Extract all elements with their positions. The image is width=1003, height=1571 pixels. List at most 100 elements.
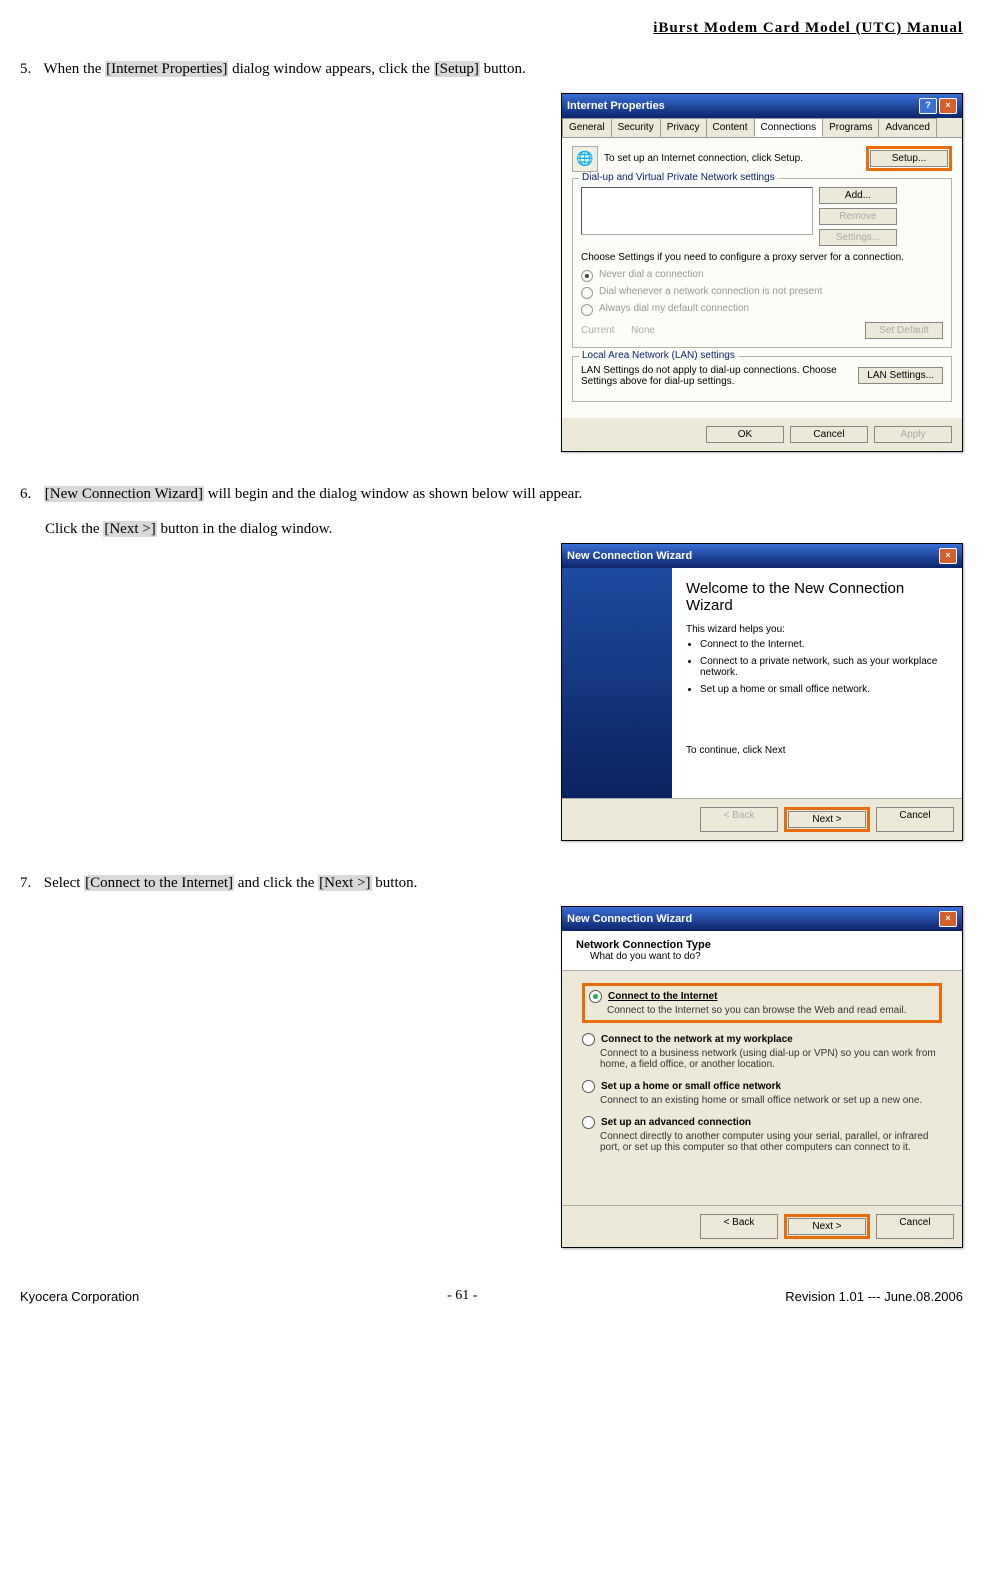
- tab-programs[interactable]: Programs: [822, 118, 879, 137]
- step-7-mid: and click the: [234, 875, 318, 891]
- step-5: 5. When the [Internet Properties] dialog…: [20, 57, 963, 83]
- step-6-line2b: button in the dialog window.: [157, 521, 333, 537]
- step-5-text-mid: dialog window appears, click the: [228, 61, 433, 77]
- tab-connections[interactable]: Connections: [754, 118, 824, 137]
- step-7-pre: Select: [44, 875, 84, 891]
- option-advanced-label: Set up an advanced connection: [601, 1117, 751, 1128]
- page-footer: Kyocera Corporation - 61 - Revision 1.01…: [20, 1288, 963, 1304]
- close-icon[interactable]: ×: [939, 98, 957, 114]
- dialog-titlebar: Internet Properties ? ×: [562, 94, 962, 118]
- connections-listbox[interactable]: [581, 187, 813, 235]
- radio-dial-whenever-label: Dial whenever a network connection is no…: [599, 286, 822, 297]
- wizard-heading: Welcome to the New Connection Wizard: [686, 580, 948, 614]
- tab-content[interactable]: Content: [706, 118, 755, 137]
- footer-right: Revision 1.01 --- June.08.2006: [785, 1289, 963, 1304]
- step-7-num: 7.: [20, 871, 40, 897]
- lan-settings-button[interactable]: LAN Settings...: [858, 367, 943, 384]
- tab-security[interactable]: Security: [611, 118, 661, 137]
- back-button[interactable]: < Back: [700, 1214, 778, 1239]
- wizard-header-sub: What do you want to do?: [590, 951, 948, 962]
- step-5-text-post: button.: [480, 61, 526, 77]
- radio-icon: [581, 287, 593, 299]
- option-connect-internet[interactable]: Connect to the Internet Connect to the I…: [582, 983, 942, 1023]
- ok-button[interactable]: OK: [706, 426, 784, 443]
- dialup-fieldset: Dial-up and Virtual Private Network sett…: [572, 178, 952, 348]
- footer-left: Kyocera Corporation: [20, 1289, 139, 1304]
- option-connect-internet-label: Connect to the Internet: [608, 991, 717, 1002]
- setup-button[interactable]: Setup...: [870, 150, 948, 167]
- add-button[interactable]: Add...: [819, 187, 897, 204]
- apply-button: Apply: [874, 426, 952, 443]
- tabs: General Security Privacy Content Connect…: [562, 118, 962, 138]
- cancel-button[interactable]: Cancel: [876, 807, 954, 832]
- next-button[interactable]: Next >: [788, 1218, 866, 1235]
- wizard-side-graphic: [562, 568, 672, 798]
- step-6: 6. [New Connection Wizard] will begin an…: [20, 482, 963, 508]
- radio-dial-whenever: Dial whenever a network connection is no…: [581, 286, 943, 299]
- radio-icon[interactable]: [582, 1033, 595, 1046]
- help-icon[interactable]: ?: [919, 98, 937, 114]
- radio-icon[interactable]: [582, 1116, 595, 1129]
- back-button: < Back: [700, 807, 778, 832]
- footer-page-number: - 61 -: [447, 1288, 477, 1304]
- current-value: None: [631, 325, 655, 336]
- radio-always-dial: Always dial my default connection: [581, 303, 943, 316]
- cancel-button[interactable]: Cancel: [876, 1214, 954, 1239]
- radio-icon[interactable]: [582, 1080, 595, 1093]
- tab-general[interactable]: General: [562, 118, 612, 137]
- lan-fieldset: Local Area Network (LAN) settings LAN Se…: [572, 356, 952, 402]
- step-6-highlight-2: [Next >]: [103, 521, 156, 537]
- radio-icon: [581, 270, 593, 282]
- option-connect-internet-desc: Connect to the Internet so you can brows…: [607, 1005, 935, 1016]
- radio-icon[interactable]: [589, 990, 602, 1003]
- choose-settings-text: Choose Settings if you need to configure…: [581, 252, 943, 263]
- dialog-title: New Connection Wizard: [567, 913, 692, 925]
- setup-text: To set up an Internet connection, click …: [604, 153, 860, 164]
- lan-text: LAN Settings do not apply to dial-up con…: [581, 365, 852, 387]
- wizard-bullet-2: Connect to a private network, such as yo…: [700, 656, 948, 678]
- step-7-highlight-1: [Connect to the Internet]: [84, 875, 234, 891]
- radio-icon: [581, 304, 593, 316]
- next-button[interactable]: Next >: [788, 811, 866, 828]
- step-6-line2a: Click the: [45, 521, 103, 537]
- wizard-header-title: Network Connection Type: [576, 939, 948, 951]
- remove-button: Remove: [819, 208, 897, 225]
- option-advanced[interactable]: Set up an advanced connection Connect di…: [582, 1116, 942, 1153]
- dialog-titlebar: New Connection Wizard ×: [562, 544, 962, 568]
- close-icon[interactable]: ×: [939, 911, 957, 927]
- step-7-highlight-2: [Next >]: [318, 875, 371, 891]
- step-5-num: 5.: [20, 57, 40, 83]
- step-6-mid: will begin and the dialog window as show…: [204, 486, 582, 502]
- radio-never-dial-label: Never dial a connection: [599, 269, 704, 280]
- new-connection-wizard-welcome: New Connection Wizard × Welcome to the N…: [561, 543, 963, 841]
- tab-advanced[interactable]: Advanced: [878, 118, 936, 137]
- step-5-text-pre: When the: [43, 61, 105, 77]
- tab-privacy[interactable]: Privacy: [660, 118, 707, 137]
- dialog-title: New Connection Wizard: [567, 550, 692, 562]
- wizard-header: Network Connection Type What do you want…: [562, 931, 962, 971]
- new-connection-wizard-type: New Connection Wizard × Network Connecti…: [561, 906, 963, 1248]
- wizard-helps-label: This wizard helps you:: [686, 624, 948, 635]
- internet-properties-dialog: Internet Properties ? × General Security…: [561, 93, 963, 452]
- dialog-titlebar: New Connection Wizard ×: [562, 907, 962, 931]
- step-5-highlight-2: [Setup]: [434, 61, 480, 77]
- radio-always-dial-label: Always dial my default connection: [599, 303, 749, 314]
- option-workplace[interactable]: Connect to the network at my workplace C…: [582, 1033, 942, 1070]
- step-6-line2: Click the [Next >] button in the dialog …: [45, 517, 963, 543]
- set-default-button: Set Default: [865, 322, 943, 339]
- step-6-num: 6.: [20, 482, 40, 508]
- option-home-office[interactable]: Set up a home or small office network Co…: [582, 1080, 942, 1106]
- settings-button: Settings...: [819, 229, 897, 246]
- close-icon[interactable]: ×: [939, 548, 957, 564]
- option-advanced-desc: Connect directly to another computer usi…: [600, 1131, 942, 1153]
- option-home-office-label: Set up a home or small office network: [601, 1081, 781, 1092]
- dialog-title: Internet Properties: [567, 100, 665, 112]
- page-header-title: iBurst Modem Card Model (UTC) Manual: [20, 20, 963, 37]
- step-7: 7. Select [Connect to the Internet] and …: [20, 871, 963, 897]
- cancel-button[interactable]: Cancel: [790, 426, 868, 443]
- option-home-office-desc: Connect to an existing home or small off…: [600, 1095, 942, 1106]
- wizard-bullet-3: Set up a home or small office network.: [700, 684, 948, 695]
- wizard-continue-text: To continue, click Next: [686, 745, 948, 756]
- step-5-highlight-1: [Internet Properties]: [105, 61, 228, 77]
- option-workplace-desc: Connect to a business network (using dia…: [600, 1048, 942, 1070]
